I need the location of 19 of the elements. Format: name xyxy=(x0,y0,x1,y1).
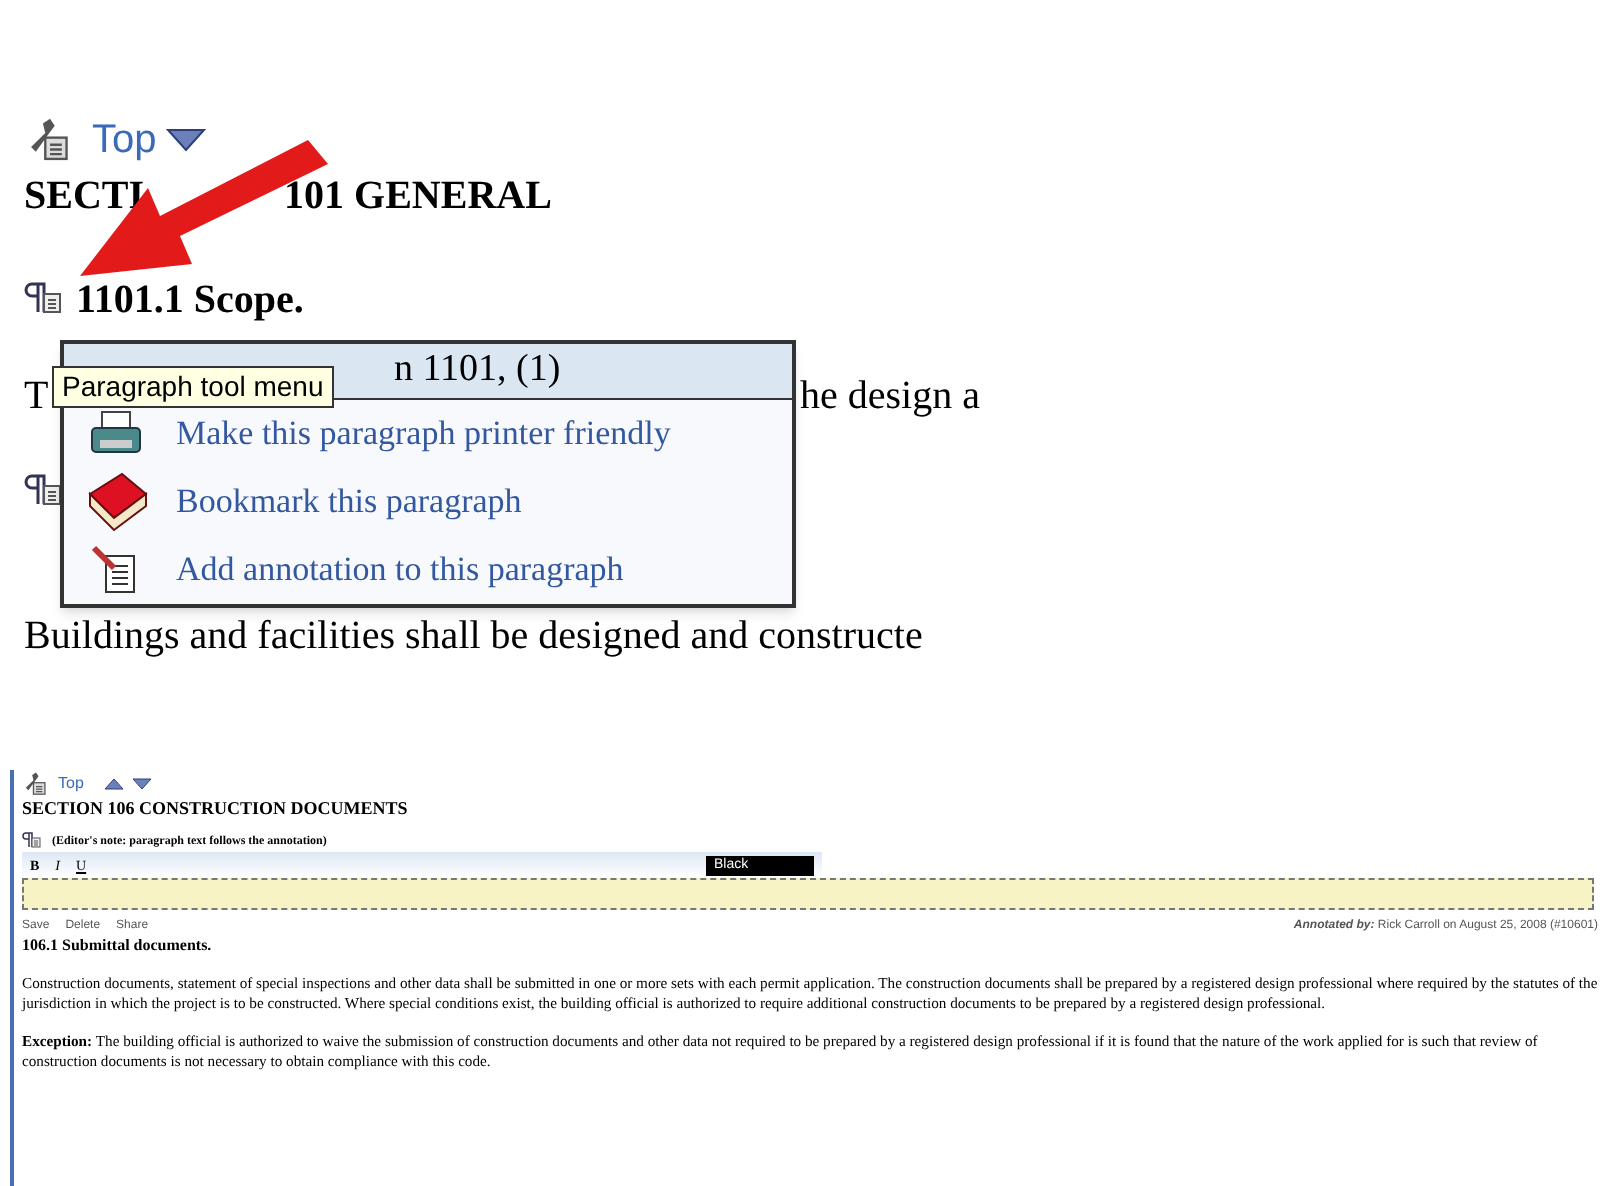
down-arrow-icon[interactable] xyxy=(130,777,153,791)
menu-item[interactable]: Bookmark this paragraph xyxy=(64,468,792,536)
top-link[interactable]: Top xyxy=(58,774,84,794)
paragraph-icon[interactable] xyxy=(22,830,44,852)
section-heading: SECTION 106 CONSTRUCTION DOCUMENTS xyxy=(22,798,410,818)
annotation-editor[interactable] xyxy=(22,878,1594,910)
down-arrow-icon[interactable] xyxy=(164,126,209,154)
section-heading: SECTI xyxy=(24,172,145,222)
body-text: he design a xyxy=(800,372,980,422)
top-link[interactable]: Top xyxy=(92,110,157,170)
up-arrow-icon[interactable] xyxy=(102,777,125,791)
subsection-heading: 106.1 Submittal documents. xyxy=(22,936,214,956)
section-heading: 101 GENERAL xyxy=(284,172,552,222)
subsection-heading: 1101.1 Scope. xyxy=(76,276,304,326)
tooltip: Paragraph tool menu xyxy=(52,366,334,408)
wrench-icon[interactable] xyxy=(22,770,50,798)
body-text: Buildings and facilities shall be designed and constructe xyxy=(24,612,925,662)
body-text: T xyxy=(24,372,49,422)
menu-item[interactable]: Add annotation to this paragraph xyxy=(64,536,792,604)
